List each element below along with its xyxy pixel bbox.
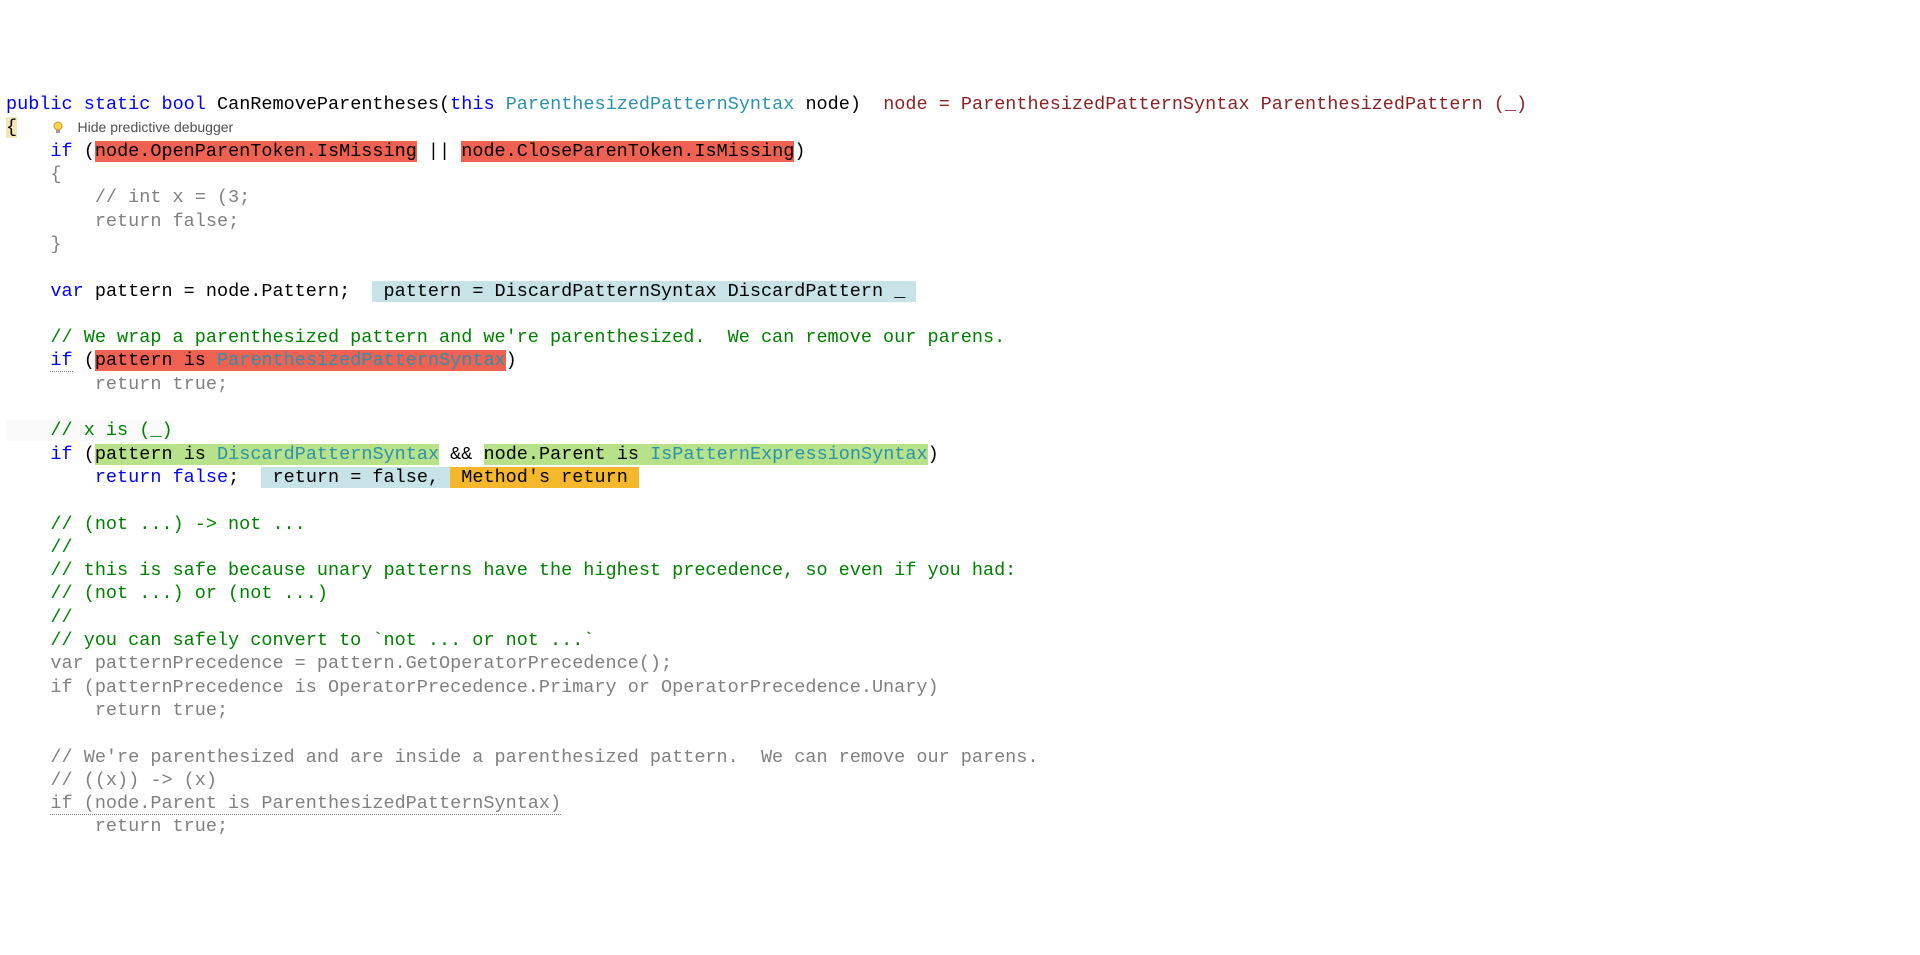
- code-line: // you can safely convert to `not ... or…: [6, 630, 594, 651]
- param-type: ParenthesizedPatternSyntax: [506, 94, 795, 115]
- keyword-this: this: [450, 94, 494, 115]
- code-line: if (pattern is ParenthesizedPatternSynta…: [6, 350, 517, 372]
- code-stmt: return true;: [50, 700, 228, 721]
- highlighted-type: ParenthesizedPatternSyntax: [217, 350, 506, 371]
- code-line: return false;: [6, 211, 239, 232]
- code-line-current: // x is (_): [6, 420, 173, 441]
- code-line: if (pattern is DiscardPatternSyntax && n…: [6, 444, 939, 465]
- highlighted-condition: node.OpenParenToken.IsMissing: [95, 141, 417, 162]
- open-brace: {: [6, 117, 17, 138]
- hide-debugger-link[interactable]: Hide predictive debugger: [78, 119, 234, 135]
- close-brace: }: [50, 234, 61, 255]
- code-line: { Hide predictive debugger: [6, 117, 233, 138]
- comment: // (not ...) -> not ...: [50, 514, 305, 535]
- comment: // you can safely convert to `not ... or…: [50, 630, 594, 651]
- highlighted-expr: pattern is: [95, 444, 217, 465]
- param-name: node: [805, 94, 849, 115]
- code-editor[interactable]: public static bool CanRemoveParentheses(…: [6, 93, 1920, 839]
- keyword-false: false: [173, 467, 229, 488]
- debug-annotation: return = false,: [261, 467, 450, 488]
- highlighted-expr: node.Parent is: [484, 444, 651, 465]
- comment: // We're parenthesized and are inside a …: [50, 747, 1038, 768]
- code-line: return true;: [6, 700, 228, 721]
- open-brace: {: [50, 164, 61, 185]
- code-stmt: if (node.Parent is ParenthesizedPatternS…: [50, 793, 561, 815]
- semicolon: ;: [228, 467, 239, 488]
- keyword-static: static: [84, 94, 151, 115]
- code-line: if (node.Parent is ParenthesizedPatternS…: [6, 793, 561, 815]
- keyword-if: if: [50, 350, 72, 372]
- method-name: CanRemoveParentheses: [217, 94, 439, 115]
- and-operator: &&: [450, 444, 472, 465]
- code-line: var patternPrecedence = pattern.GetOpera…: [6, 653, 672, 674]
- keyword-public: public: [6, 94, 73, 115]
- debug-annotation: pattern = DiscardPatternSyntax DiscardPa…: [372, 281, 916, 302]
- code-line: public static bool CanRemoveParentheses(…: [6, 94, 1527, 115]
- code-line: // (not ...) or (not ...): [6, 583, 328, 604]
- comment: //: [50, 607, 72, 628]
- code-line: if (patternPrecedence is OperatorPrecede…: [6, 677, 939, 698]
- code-line: if (node.OpenParenToken.IsMissing || nod…: [6, 141, 805, 162]
- keyword-return: return: [95, 211, 162, 232]
- code-line: // (not ...) -> not ...: [6, 514, 306, 535]
- comment: // x is (_): [50, 420, 172, 441]
- comment: // this is safe because unary patterns h…: [50, 560, 1016, 581]
- code-stmt: var patternPrecedence = pattern.GetOpera…: [50, 653, 672, 674]
- comment: // (not ...) or (not ...): [50, 583, 328, 604]
- keyword-bool: bool: [161, 94, 205, 115]
- highlighted-type: DiscardPatternSyntax: [217, 444, 439, 465]
- lightbulb-icon[interactable]: [50, 117, 66, 138]
- code-line: // this is safe because unary patterns h…: [6, 560, 1016, 581]
- code-line: // We wrap a parenthesized pattern and w…: [6, 327, 1005, 348]
- comment: // We wrap a parenthesized pattern and w…: [50, 327, 1005, 348]
- code-line: {: [6, 164, 62, 185]
- code-line: var pattern = node.Pattern; pattern = Di…: [6, 281, 916, 302]
- comment: // int x = (3;: [95, 187, 250, 208]
- code-line: //: [6, 607, 73, 628]
- comment: //: [50, 537, 72, 558]
- keyword-if: if: [50, 444, 72, 465]
- keyword-var: var: [50, 281, 83, 302]
- code-line: return true;: [6, 374, 228, 395]
- highlighted-type: IsPatternExpressionSyntax: [650, 444, 928, 465]
- code-stmt: if (patternPrecedence is OperatorPrecede…: [50, 677, 938, 698]
- keyword-return: return: [95, 467, 162, 488]
- code-line: // We're parenthesized and are inside a …: [6, 747, 1038, 768]
- comment: // ((x)) -> (x): [50, 770, 217, 791]
- code-line: //: [6, 537, 73, 558]
- code-line: return false; return = false, Method's r…: [6, 467, 639, 488]
- return-stmt: return true;: [95, 374, 228, 395]
- highlighted-condition: node.CloseParenToken.IsMissing: [461, 141, 794, 162]
- code-line: // ((x)) -> (x): [6, 770, 217, 791]
- keyword-if: if: [50, 141, 72, 162]
- or-operator: ||: [428, 141, 450, 162]
- debug-annotation: node = ParenthesizedPatternSyntax Parent…: [883, 94, 1527, 115]
- code-stmt: return true;: [50, 816, 228, 837]
- highlighted-expr: pattern is: [95, 350, 217, 371]
- var-decl: pattern = node.Pattern;: [95, 281, 350, 302]
- code-line: return true;: [6, 816, 228, 837]
- keyword-false: false: [173, 211, 229, 232]
- code-line: // int x = (3;: [6, 187, 250, 208]
- code-line: }: [6, 234, 62, 255]
- debug-return-annotation: Method's return: [450, 467, 639, 488]
